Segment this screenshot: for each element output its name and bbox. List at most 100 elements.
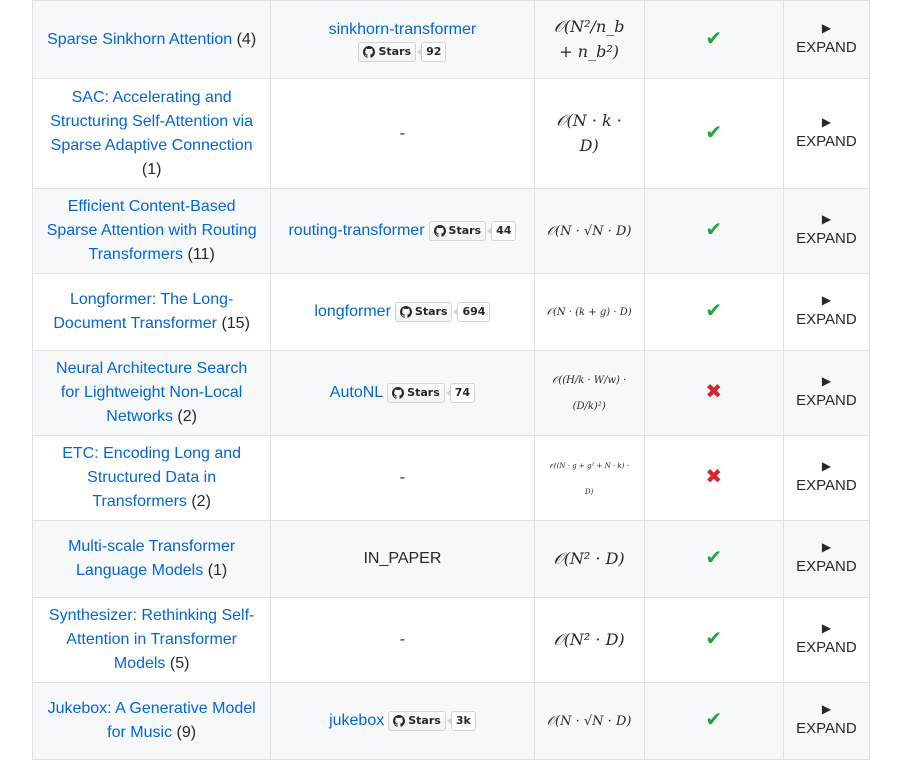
- expand-button[interactable]: ▶ EXPAND: [796, 374, 857, 412]
- expand-cell: ▶ EXPAND: [782, 597, 871, 683]
- decoder-cell: ✔: [643, 273, 784, 351]
- expand-cell: ▶ EXPAND: [782, 350, 871, 436]
- citation-count: (1): [207, 562, 228, 579]
- triangle-right-icon[interactable]: ▶: [796, 212, 857, 226]
- github-stars-badge[interactable]: Stars 44: [428, 221, 517, 241]
- complexity-cell: 𝒪(N² · D): [533, 520, 645, 598]
- table-row: Multi-scale Transformer Language Models …: [31, 520, 871, 598]
- paper-title-link[interactable]: SAC: Accelerating and Structuring Self-A…: [50, 89, 253, 154]
- complexity-cell: 𝒪((H/k · W/w) · (D/k)²): [533, 350, 645, 436]
- expand-button[interactable]: ▶ EXPAND: [796, 293, 857, 331]
- expand-label[interactable]: EXPAND: [796, 39, 857, 56]
- github-stars-badge[interactable]: Stars 694: [394, 302, 491, 322]
- repo-cell: -: [270, 435, 535, 521]
- complexity-cell: 𝒪(N · √N · D): [533, 188, 645, 274]
- expand-button[interactable]: ▶ EXPAND: [796, 212, 857, 250]
- paper-title-link[interactable]: Jukebox: A Generative Model for Music: [48, 700, 256, 741]
- check-icon: ✔: [705, 300, 723, 322]
- expand-label[interactable]: EXPAND: [796, 639, 857, 656]
- triangle-right-icon[interactable]: ▶: [796, 702, 857, 716]
- complexity-formula: 𝒪(N · k · D): [556, 110, 622, 155]
- expand-label[interactable]: EXPAND: [796, 133, 857, 150]
- check-icon: ✔: [705, 121, 723, 144]
- repo-cell: jukebox Stars 3k: [270, 682, 535, 760]
- github-stars-badge[interactable]: Stars 92: [358, 41, 447, 62]
- stars-button[interactable]: Stars: [358, 41, 417, 62]
- table-row: SAC: Accelerating and Structuring Self-A…: [31, 78, 871, 189]
- stars-count[interactable]: 44: [487, 221, 517, 241]
- complexity-formula: 𝒪(N² · D): [553, 629, 625, 649]
- stars-count[interactable]: 92: [417, 41, 447, 62]
- check-icon: ✔: [705, 628, 723, 650]
- decoder-cell: ✔: [643, 520, 784, 598]
- repo-link[interactable]: sinkhorn-transformer: [329, 18, 477, 42]
- expand-button[interactable]: ▶ EXPAND: [796, 540, 857, 578]
- paper-title-link[interactable]: Neural Architecture Search for Lightweig…: [56, 360, 247, 425]
- paper-title-link[interactable]: Sparse Sinkhorn Attention: [47, 31, 232, 48]
- expand-button[interactable]: ▶ EXPAND: [796, 115, 857, 153]
- stars-button[interactable]: Stars: [388, 711, 446, 731]
- expand-label[interactable]: EXPAND: [796, 311, 857, 328]
- decoder-cell: ✔: [643, 597, 784, 683]
- paper-cell: Longformer: The Long-Document Transforme…: [31, 273, 272, 351]
- paper-title-link[interactable]: ETC: Encoding Long and Structured Data i…: [62, 445, 241, 510]
- citation-count: (15): [221, 315, 250, 332]
- github-icon: [393, 715, 406, 727]
- stars-count[interactable]: 694: [453, 302, 491, 322]
- complexity-formula: 𝒪(N² · D): [553, 548, 625, 568]
- paper-cell: SAC: Accelerating and Structuring Self-A…: [31, 78, 272, 189]
- decoder-cell: ✔: [643, 78, 784, 189]
- expand-cell: ▶ EXPAND: [782, 435, 871, 521]
- papers-table: Sparse Sinkhorn Attention (4) sinkhorn-tr…: [31, 0, 871, 760]
- repo-link[interactable]: jukebox: [329, 709, 384, 733]
- expand-button[interactable]: ▶ EXPAND: [796, 702, 857, 740]
- github-stars-badge[interactable]: Stars 74: [387, 383, 476, 403]
- stars-label: Stars: [448, 224, 482, 237]
- expand-cell: ▶ EXPAND: [782, 188, 871, 274]
- paper-title-link[interactable]: Efficient Content-Based Sparse Attention…: [47, 198, 257, 263]
- stars-count[interactable]: 3k: [446, 711, 476, 731]
- github-icon: [399, 306, 412, 318]
- triangle-right-icon[interactable]: ▶: [796, 459, 857, 473]
- expand-label[interactable]: EXPAND: [796, 477, 857, 494]
- expand-label[interactable]: EXPAND: [796, 392, 857, 409]
- repo-link[interactable]: routing-transformer: [288, 219, 424, 243]
- cross-icon: ✖: [705, 466, 723, 488]
- expand-label[interactable]: EXPAND: [796, 720, 857, 737]
- expand-cell: ▶ EXPAND: [782, 520, 871, 598]
- paper-title-link[interactable]: Synthesizer: Rethinking Self-Attention i…: [49, 607, 254, 672]
- table-row: ETC: Encoding Long and Structured Data i…: [31, 435, 871, 521]
- check-icon: ✔: [705, 27, 723, 50]
- repo-link[interactable]: longformer: [314, 300, 390, 324]
- paper-title-link[interactable]: Longformer: The Long-Document Transforme…: [53, 291, 233, 332]
- stars-count[interactable]: 74: [445, 383, 476, 403]
- triangle-right-icon[interactable]: ▶: [796, 293, 857, 307]
- decoder-cell: ✖: [643, 435, 784, 521]
- stars-button[interactable]: Stars: [394, 302, 453, 322]
- decoder-cell: ✖: [643, 350, 784, 436]
- complexity-formula: 𝒪((H/k · W/w) · (D/k)²): [552, 375, 627, 412]
- triangle-right-icon[interactable]: ▶: [796, 115, 857, 129]
- citation-count: (2): [177, 408, 197, 425]
- table-row: Efficient Content-Based Sparse Attention…: [31, 188, 871, 274]
- stars-button[interactable]: Stars: [387, 383, 445, 403]
- expand-button[interactable]: ▶ EXPAND: [796, 21, 857, 59]
- repo-cell: AutoNL Stars 74: [270, 350, 535, 436]
- github-stars-badge[interactable]: Stars 3k: [388, 711, 476, 731]
- stars-button[interactable]: Stars: [428, 221, 487, 241]
- repo-text: -: [399, 124, 406, 142]
- expand-button[interactable]: ▶ EXPAND: [796, 621, 857, 659]
- triangle-right-icon[interactable]: ▶: [796, 21, 857, 35]
- repo-cell: IN_PAPER: [270, 520, 535, 598]
- triangle-right-icon[interactable]: ▶: [796, 374, 857, 388]
- citation-count: (4): [236, 30, 257, 48]
- triangle-right-icon[interactable]: ▶: [796, 621, 857, 635]
- expand-label[interactable]: EXPAND: [796, 558, 857, 575]
- expand-button[interactable]: ▶ EXPAND: [796, 459, 857, 497]
- triangle-right-icon[interactable]: ▶: [796, 540, 857, 554]
- citation-count: (1): [141, 160, 162, 178]
- expand-label[interactable]: EXPAND: [796, 230, 857, 247]
- complexity-cell: 𝒪(N · √N · D): [533, 682, 645, 760]
- github-icon: [363, 45, 376, 58]
- repo-link[interactable]: AutoNL: [330, 381, 383, 405]
